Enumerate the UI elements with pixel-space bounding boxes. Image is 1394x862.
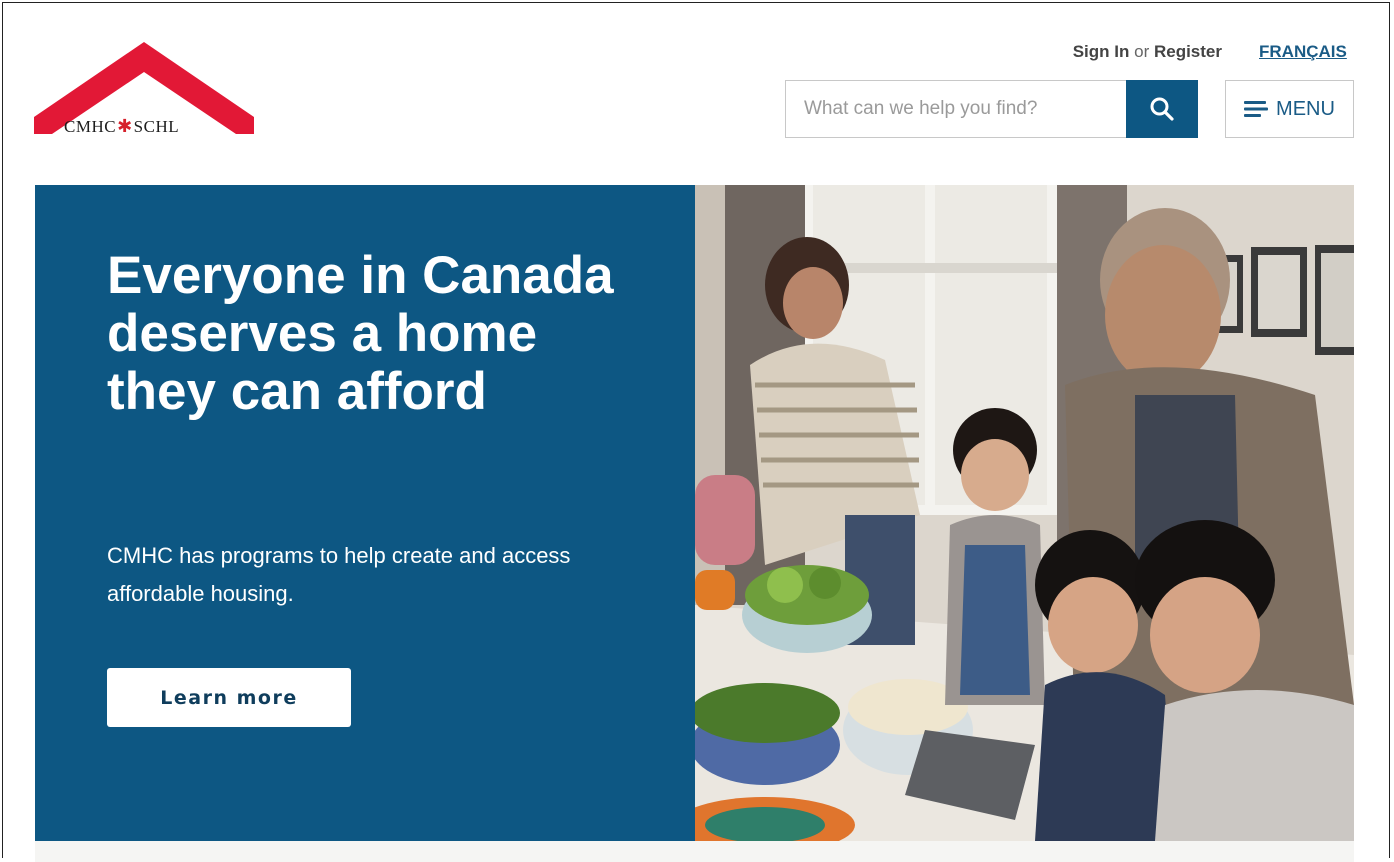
cmhc-logo[interactable]: CMHC✱SCHL [34,42,254,137]
next-section-band [35,841,1354,862]
search-button[interactable] [1126,80,1198,138]
or-separator: or [1134,42,1150,61]
family-kitchen-photo [695,185,1354,841]
hero-title: Everyone in Canada deserves a home they … [107,246,614,421]
hero-description: CMHC has programs to help create and acc… [107,543,571,606]
hero-text-panel: Everyone in Canada deserves a home they … [35,185,695,841]
photo-illustration [695,185,1354,841]
hero-banner: Everyone in Canada deserves a home they … [35,185,1354,841]
register-link[interactable]: Register [1154,42,1222,61]
search-icon [1150,97,1174,121]
search-input[interactable] [785,80,1126,138]
learn-more-button[interactable]: Learn more [107,668,351,727]
account-links: Sign In or Register [1073,42,1222,62]
maple-leaf-icon: ✱ [117,116,133,136]
language-toggle-link[interactable]: FRANÇAIS [1259,42,1347,62]
logo-text-en: CMHC [64,117,117,136]
sign-in-link[interactable]: Sign In [1073,42,1130,61]
menu-label: MENU [1276,97,1335,120]
hamburger-menu-icon [1244,101,1269,117]
menu-button[interactable]: MENU [1225,80,1354,138]
logo-text-fr: SCHL [133,117,180,136]
logo-wordmark: CMHC✱SCHL [64,116,179,137]
